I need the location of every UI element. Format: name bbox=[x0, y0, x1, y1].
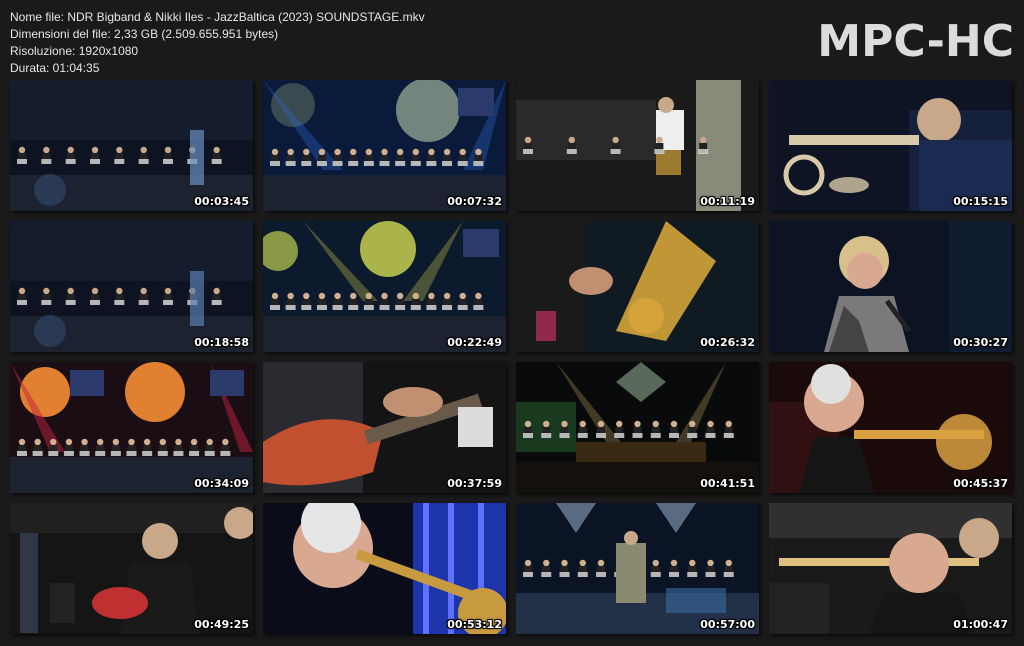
timestamp-label: 00:07:32 bbox=[447, 195, 502, 208]
thumbnail-12[interactable]: 00:45:37 bbox=[769, 362, 1012, 493]
thumbnail-11[interactable]: 00:41:51 bbox=[516, 362, 759, 493]
thumbnail-16[interactable]: 01:00:47 bbox=[769, 503, 1012, 634]
timestamp-label: 01:00:47 bbox=[953, 618, 1008, 631]
thumbnail-14[interactable]: 00:53:12 bbox=[263, 503, 506, 634]
thumbnail-3[interactable]: 00:11:19 bbox=[516, 80, 759, 211]
timestamp-label: 00:22:49 bbox=[447, 336, 502, 349]
file-info-panel: Nome file: NDR Bigband & Nikki Iles - Ja… bbox=[10, 9, 425, 77]
thumbnail-8[interactable]: 00:30:27 bbox=[769, 221, 1012, 352]
duration-line: Durata: 01:04:35 bbox=[10, 61, 100, 75]
thumbnail-7[interactable]: 00:26:32 bbox=[516, 221, 759, 352]
timestamp-label: 00:30:27 bbox=[953, 336, 1008, 349]
timestamp-label: 00:57:00 bbox=[700, 618, 755, 631]
thumbnail-15[interactable]: 00:57:00 bbox=[516, 503, 759, 634]
thumbnail-6[interactable]: 00:22:49 bbox=[263, 221, 506, 352]
timestamp-label: 00:26:32 bbox=[700, 336, 755, 349]
timestamp-label: 00:18:58 bbox=[194, 336, 249, 349]
thumbnail-10[interactable]: 00:37:59 bbox=[263, 362, 506, 493]
thumbnail-13[interactable]: 00:49:25 bbox=[10, 503, 253, 634]
file-size-line: Dimensioni del file: 2,33 GB (2.509.655.… bbox=[10, 27, 279, 41]
thumbnail-9[interactable]: 00:34:09 bbox=[10, 362, 253, 493]
thumbnail-grid: 00:03:45 00:07:32 00:11:19 00:15:15 00:18:58… bbox=[10, 80, 1012, 634]
thumbnail-5[interactable]: 00:18:58 bbox=[10, 221, 253, 352]
timestamp-label: 00:03:45 bbox=[194, 195, 249, 208]
timestamp-label: 00:45:37 bbox=[953, 477, 1008, 490]
thumbnail-1[interactable]: 00:03:45 bbox=[10, 80, 253, 211]
resolution-line: Risoluzione: 1920x1080 bbox=[10, 44, 139, 58]
timestamp-label: 00:37:59 bbox=[447, 477, 502, 490]
timestamp-label: 00:34:09 bbox=[194, 477, 249, 490]
mpc-hc-logo: MPC-HC bbox=[817, 16, 1014, 67]
thumbnail-2[interactable]: 00:07:32 bbox=[263, 80, 506, 211]
timestamp-label: 00:11:19 bbox=[700, 195, 755, 208]
thumbnail-4[interactable]: 00:15:15 bbox=[769, 80, 1012, 211]
timestamp-label: 00:41:51 bbox=[700, 477, 755, 490]
timestamp-label: 00:53:12 bbox=[447, 618, 502, 631]
timestamp-label: 00:15:15 bbox=[953, 195, 1008, 208]
file-name-line: Nome file: NDR Bigband & Nikki Iles - Ja… bbox=[10, 10, 425, 24]
timestamp-label: 00:49:25 bbox=[194, 618, 249, 631]
